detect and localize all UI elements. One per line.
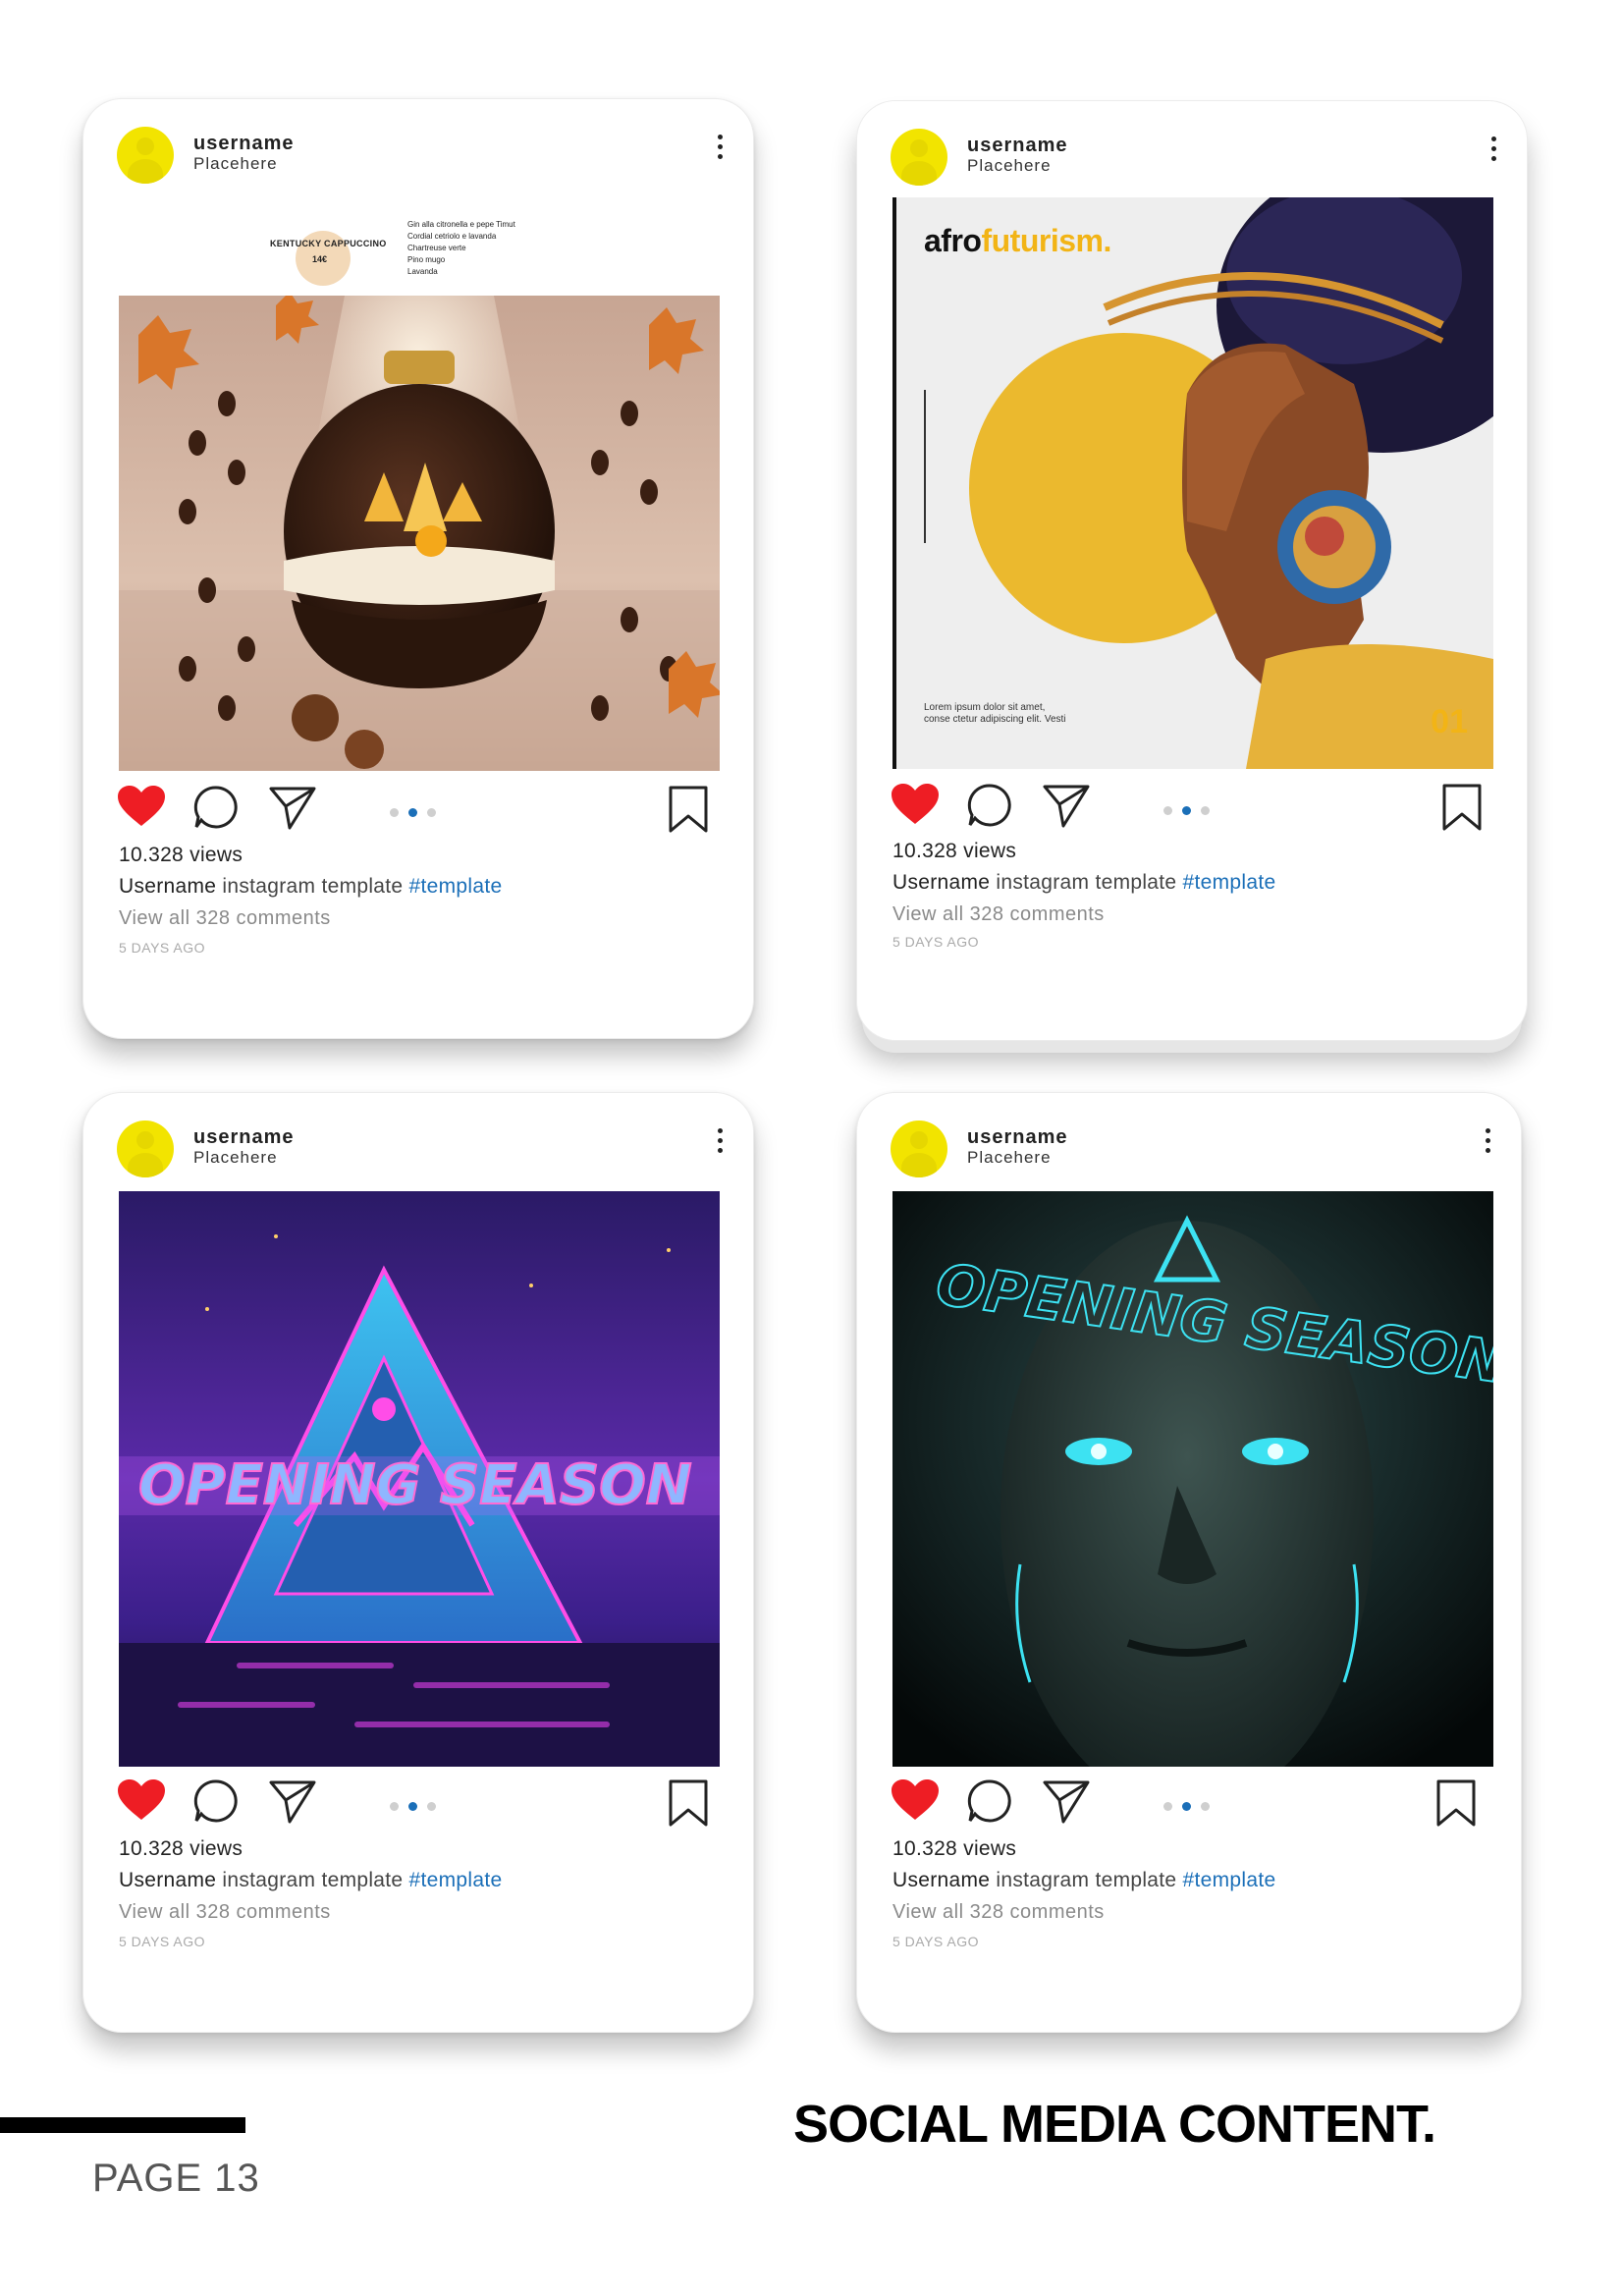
post-card: username Placehere OPENING SEASON 10.328… [82,1092,754,2033]
bookmark-icon[interactable] [1434,1778,1478,1828]
hashtag-link[interactable]: #template [409,1869,503,1891]
post-username[interactable]: username [967,135,1068,157]
comment-icon[interactable] [193,1778,239,1824]
hashtag-link[interactable]: #template [1183,871,1276,894]
post-location: Placehere [967,156,1052,175]
post-caption: Username instagram template #template [119,1869,503,1891]
menu-title: KENTUCKY CAPPUCCINO [270,239,387,248]
avatar[interactable] [117,127,174,184]
post-card: username Placehere afrofuturism. Lorem i… [856,100,1528,1041]
post-timestamp: 5 DAYS AGO [119,1934,205,1949]
views-count: 10.328 views [119,844,243,866]
views-count: 10.328 views [892,1837,1017,1860]
post-header: username Placehere [117,1121,724,1179]
carousel-dots[interactable] [390,1798,449,1811]
overlay-number: 01 [1431,703,1468,740]
view-comments-link[interactable]: View all 328 comments [119,907,331,930]
post-actions [891,1778,1478,1828]
menu-snippet: KENTUCKY CAPPUCCINO 14€ Gin alla citrone… [270,219,584,288]
post-timestamp: 5 DAYS AGO [119,940,205,956]
carousel-dots[interactable] [390,804,449,817]
section-title: SOCIAL MEDIA CONTENT. [793,2095,1436,2154]
post-username[interactable]: username [193,133,295,155]
view-comments-link[interactable]: View all 328 comments [892,903,1105,926]
post-actions [891,783,1484,832]
more-options-icon[interactable] [1489,137,1497,166]
heart-icon[interactable] [117,1778,166,1822]
bookmark-icon[interactable] [1440,783,1484,832]
hashtag-link[interactable]: #template [1183,1869,1276,1891]
footer-rule [0,2117,245,2133]
post-actions [117,1778,710,1828]
heart-icon[interactable] [891,783,940,826]
svg-text:OPENING SEASON: OPENING SEASON [138,1453,692,1517]
send-icon[interactable] [1042,1778,1091,1824]
send-icon[interactable] [1042,783,1091,828]
view-comments-link[interactable]: View all 328 comments [892,1901,1105,1924]
overlay-body-text: Lorem ipsum dolor sit amet, conse ctetur… [924,702,1066,725]
views-count: 10.328 views [119,1837,243,1860]
carousel-dots[interactable] [1163,1798,1222,1811]
post-location: Placehere [193,154,278,173]
bookmark-icon[interactable] [667,785,710,834]
send-icon[interactable] [268,785,317,830]
heart-icon[interactable] [891,1778,940,1822]
avatar[interactable] [891,129,947,186]
post-image[interactable]: OPENING SEASON [119,1191,720,1767]
heart-icon[interactable] [117,785,166,828]
post-header: username Placehere [891,129,1497,188]
views-count: 10.328 views [892,840,1017,862]
page-number: PAGE 13 [92,2157,260,2200]
post-caption: Username instagram template #template [892,871,1276,894]
overlay-title: afrofuturism. [924,223,1111,258]
post-username[interactable]: username [967,1126,1068,1149]
comment-icon[interactable] [967,1778,1012,1824]
avatar[interactable] [891,1121,947,1177]
post-header: username Placehere [117,127,724,186]
bookmark-icon[interactable] [667,1778,710,1828]
send-icon[interactable] [268,1778,317,1824]
comment-icon[interactable] [193,785,239,830]
post-caption: Username instagram template #template [892,1869,1276,1891]
post-caption: Username instagram template #template [119,875,503,898]
more-options-icon[interactable] [1484,1128,1491,1158]
post-image[interactable]: afrofuturism. Lorem ipsum dolor sit amet… [892,197,1493,769]
post-header: username Placehere [891,1121,1491,1179]
comment-icon[interactable] [967,783,1012,828]
post-username[interactable]: username [193,1126,295,1149]
post-actions [117,785,710,834]
post-timestamp: 5 DAYS AGO [892,1934,979,1949]
menu-price: 14€ [312,254,328,264]
post-timestamp: 5 DAYS AGO [892,934,979,950]
post-image[interactable] [119,296,720,771]
hashtag-link[interactable]: #template [409,875,503,898]
post-card: username Placehere OPENING SEASON 10.328… [856,1092,1522,2033]
view-comments-link[interactable]: View all 328 comments [119,1901,331,1924]
carousel-dots[interactable] [1163,802,1222,815]
post-image[interactable]: OPENING SEASON [892,1191,1493,1767]
more-options-icon[interactable] [716,1128,724,1158]
avatar[interactable] [117,1121,174,1177]
more-options-icon[interactable] [716,135,724,164]
post-location: Placehere [193,1148,278,1167]
menu-ingredients: Gin alla citronella e pepe Timut Cordial… [407,220,515,276]
post-location: Placehere [967,1148,1052,1167]
post-card: username Placehere KENTUCKY CAPPUCCINO 1… [82,98,754,1039]
